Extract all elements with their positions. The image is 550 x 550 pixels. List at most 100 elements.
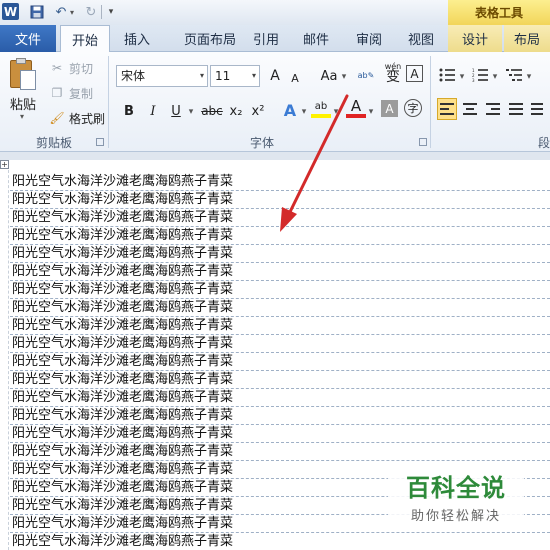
underline-dropdown-icon[interactable]: ▾: [186, 101, 196, 123]
title-bar: W ↶ ▾ ↻ ▾ 表格工具: [0, 0, 550, 25]
tab-page-layout[interactable]: 页面布局: [170, 25, 250, 52]
ribbon-tabs: 文件 开始 插入 页面布局 引用 邮件 审阅 视图 设计 布局: [0, 25, 550, 53]
watermark-subtitle: 助你轻松解决: [410, 509, 501, 524]
table-row[interactable]: 阳光空气水海洋沙滩老鹰海鸥燕子青菜: [10, 299, 550, 317]
superscript-button[interactable]: x²: [248, 100, 268, 122]
numbering-dropdown-icon[interactable]: ▾: [490, 66, 500, 88]
watermark-logo: 百科全说 助你轻松解决: [388, 462, 524, 530]
copy-button[interactable]: ❐ 复制: [48, 83, 93, 103]
character-border-button[interactable]: A: [406, 65, 423, 82]
highlight-button[interactable]: ab: [311, 98, 331, 118]
table-row[interactable]: 阳光空气水海洋沙滩老鹰海鸥燕子青菜: [10, 407, 550, 425]
format-painter-icon: 🖌: [49, 111, 65, 125]
tab-references[interactable]: 引用: [246, 25, 286, 52]
tab-table-layout[interactable]: 布局: [504, 25, 550, 52]
paste-dropdown-icon[interactable]: ▾: [20, 112, 24, 121]
table-row[interactable]: 阳光空气水海洋沙滩老鹰海鸥燕子青菜: [10, 371, 550, 389]
shrink-font-button[interactable]: A: [285, 67, 305, 89]
table-row[interactable]: 阳光空气水海洋沙滩老鹰海鸥燕子青菜: [10, 263, 550, 281]
text-effects-dropdown-icon[interactable]: ▾: [299, 101, 309, 123]
clipboard-group-label: 剪贴板: [35, 136, 72, 150]
table-row[interactable]: 阳光空气水海洋沙滩老鹰海鸥燕子青菜: [10, 173, 550, 191]
copy-label: 复制: [69, 86, 94, 101]
cut-icon: ✂: [51, 61, 63, 75]
phonetic-guide-button[interactable]: wén 变: [382, 58, 404, 86]
align-center-icon[interactable]: [460, 98, 480, 120]
paragraph-group-label: 段: [538, 136, 550, 150]
font-launcher-icon[interactable]: [419, 138, 427, 146]
undo-dropdown-icon[interactable]: ▾: [67, 3, 77, 21]
table-row[interactable]: 阳光空气水海洋沙滩老鹰海鸥燕子青菜: [10, 281, 550, 299]
multilevel-list-icon[interactable]: [504, 64, 524, 86]
ruler-strip: [0, 152, 550, 160]
svg-text:3: 3: [472, 78, 475, 82]
document-left-margin: [0, 160, 9, 550]
group-separator: [430, 56, 431, 148]
table-move-handle-icon[interactable]: +: [0, 160, 9, 169]
font-size-select[interactable]: 11 ▾: [210, 65, 260, 87]
font-name-value: 宋体: [121, 69, 146, 83]
copy-icon: ❐: [51, 86, 63, 100]
table-row[interactable]: 阳光空气水海洋沙滩老鹰海鸥燕子青菜: [10, 245, 550, 263]
clipboard-launcher-icon[interactable]: [96, 138, 104, 146]
multilevel-dropdown-icon[interactable]: ▾: [524, 66, 534, 88]
clear-formatting-button[interactable]: ab✎: [356, 64, 376, 86]
paste-button[interactable]: 粘贴: [10, 94, 36, 113]
group-separator: [108, 56, 109, 148]
phonetic-char: 变: [386, 69, 400, 85]
change-case-button[interactable]: Aa: [318, 65, 340, 87]
bold-button[interactable]: B: [119, 100, 139, 122]
font-name-select[interactable]: 宋体 ▾: [116, 65, 208, 87]
distributed-align-icon[interactable]: [528, 98, 546, 120]
highlight-dropdown-icon[interactable]: ▾: [331, 101, 341, 123]
font-color-dropdown-icon[interactable]: ▾: [366, 101, 376, 123]
strikethrough-button[interactable]: abc: [200, 100, 224, 122]
underline-button[interactable]: U: [166, 100, 186, 122]
text-effects-button[interactable]: A: [280, 99, 300, 121]
table-row[interactable]: 阳光空气水海洋沙滩老鹰海鸥燕子青菜: [10, 335, 550, 353]
grow-font-button[interactable]: A: [265, 65, 285, 87]
table-row[interactable]: 阳光空气水海洋沙滩老鹰海鸥燕子青菜: [10, 209, 550, 227]
align-right-icon[interactable]: [483, 98, 503, 120]
watermark-title: 百科全说: [406, 474, 506, 502]
bullets-icon[interactable]: [437, 64, 457, 86]
cut-button[interactable]: ✂ 剪切: [48, 58, 93, 78]
bullets-dropdown-icon[interactable]: ▾: [457, 66, 467, 88]
tab-review[interactable]: 审阅: [348, 25, 390, 52]
table-row[interactable]: 阳光空气水海洋沙滩老鹰海鸥燕子青菜: [10, 317, 550, 335]
font-color-button[interactable]: A: [346, 97, 366, 118]
justify-icon[interactable]: [506, 98, 526, 120]
quick-access-separator: [101, 5, 102, 19]
tab-table-design[interactable]: 设计: [448, 25, 502, 52]
character-shading-button[interactable]: A: [381, 100, 398, 117]
table-row[interactable]: 阳光空气水海洋沙滩老鹰海鸥燕子青菜: [10, 191, 550, 209]
word-logo-icon[interactable]: W: [2, 3, 19, 20]
font-group-label: 字体: [249, 136, 274, 150]
table-tools-header: 表格工具: [448, 0, 550, 25]
change-case-dropdown-icon[interactable]: ▾: [339, 66, 349, 88]
ribbon-home: 粘贴 ▾ ✂ 剪切 ❐ 复制 🖌 格式刷 剪贴板 宋体 ▾ 11 ▾ A A A…: [0, 52, 550, 152]
tab-view[interactable]: 视图: [400, 25, 442, 52]
font-size-value: 11: [215, 69, 231, 83]
format-painter-label: 格式刷: [69, 111, 106, 126]
redo-icon[interactable]: ↻: [82, 3, 100, 21]
table-row[interactable]: 阳光空气水海洋沙滩老鹰海鸥燕子青菜: [10, 443, 550, 461]
subscript-button[interactable]: x₂: [226, 100, 246, 122]
enclose-characters-button[interactable]: 字: [404, 99, 422, 117]
italic-button[interactable]: I: [143, 100, 163, 122]
numbering-icon[interactable]: 123: [470, 64, 490, 86]
paste-icon[interactable]: [8, 58, 38, 92]
table-row[interactable]: 阳光空气水海洋沙滩老鹰海鸥燕子青菜: [10, 227, 550, 245]
table-row[interactable]: 阳光空气水海洋沙滩老鹰海鸥燕子青菜: [10, 353, 550, 371]
tab-home[interactable]: 开始: [60, 25, 110, 53]
save-icon[interactable]: [28, 3, 46, 21]
tab-file[interactable]: 文件: [0, 25, 56, 52]
align-left-icon[interactable]: [437, 98, 457, 120]
table-row[interactable]: 阳光空气水海洋沙滩老鹰海鸥燕子青菜: [10, 425, 550, 443]
customize-quick-access-icon[interactable]: ▾: [106, 3, 116, 21]
tab-mailings[interactable]: 邮件: [296, 25, 336, 52]
table-row[interactable]: 阳光空气水海洋沙滩老鹰海鸥燕子青菜: [10, 533, 550, 550]
table-row[interactable]: 阳光空气水海洋沙滩老鹰海鸥燕子青菜: [10, 389, 550, 407]
format-painter-button[interactable]: 🖌 格式刷: [48, 108, 105, 128]
tab-insert[interactable]: 插入: [114, 25, 160, 52]
